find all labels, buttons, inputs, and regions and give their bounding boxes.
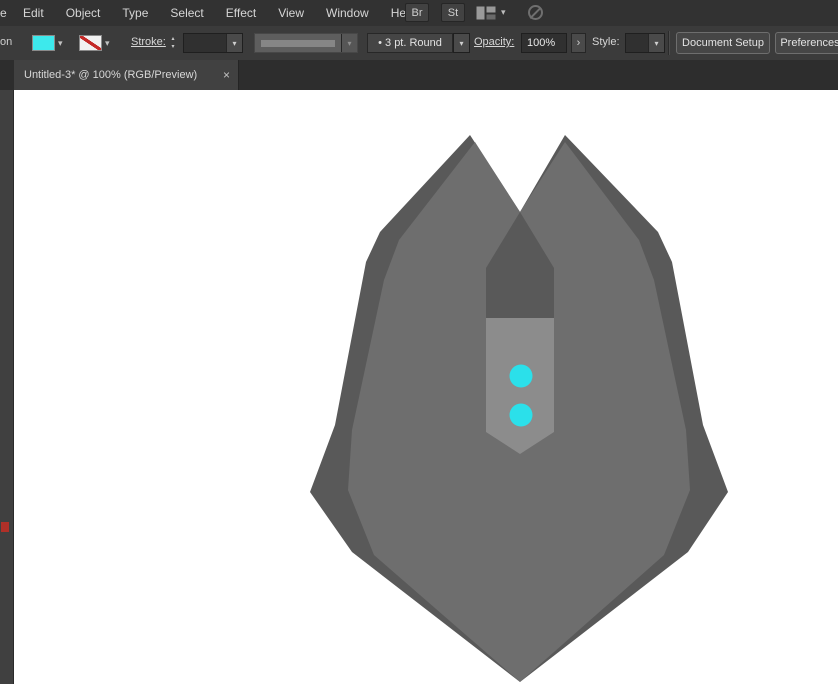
control-label-clipped: on	[0, 36, 13, 48]
menu-item-type[interactable]: Type	[111, 2, 159, 24]
width-profile-chevron-down-icon: ▾	[341, 34, 357, 52]
brush-name: 3 pt. Round	[385, 37, 442, 49]
bridge-button[interactable]: Br	[405, 3, 429, 22]
opacity-label[interactable]: Opacity:	[474, 36, 514, 48]
stock-button[interactable]: St	[441, 3, 465, 22]
brush-definition-dropdown[interactable]: • 3 pt. Round	[367, 33, 453, 53]
mouse-button-bottom[interactable]	[510, 404, 533, 427]
menu-item-effect[interactable]: Effect	[215, 2, 267, 24]
brush-dropdown-button[interactable]: ▾	[453, 33, 470, 53]
menu-bar: e Edit Object Type Select Effect View Wi…	[0, 0, 838, 26]
stroke-weight-label[interactable]: Stroke:	[131, 36, 166, 48]
tools-panel-sliver[interactable]	[0, 90, 14, 684]
stepper-up-icon[interactable]: ▴	[171, 36, 174, 42]
stroke-chevron-down-icon[interactable]: ▾	[105, 38, 110, 49]
sync-disabled-icon	[528, 5, 543, 20]
document-tab-title: Untitled-3* @ 100% (RGB/Preview)	[14, 69, 215, 81]
document-setup-button[interactable]: Document Setup	[676, 32, 770, 54]
menu-item-clipped[interactable]: e	[0, 6, 12, 20]
tool-icon-fragment	[1, 522, 9, 532]
control-bar-separator	[668, 31, 670, 55]
mouse-button-top[interactable]	[510, 365, 533, 388]
opacity-expand-button[interactable]: ›	[571, 33, 586, 53]
brush-dot-icon: •	[378, 37, 382, 49]
stroke-weight-chevron-down-icon[interactable]: ▾	[226, 34, 242, 52]
preferences-button[interactable]: Preferences	[775, 32, 838, 54]
menu-item-select[interactable]: Select	[159, 2, 214, 24]
control-bar: on ▾ ▾ Stroke: ▴ ▾ ▾ ▾ • 3 pt. Round ▾ O…	[0, 26, 838, 61]
fill-color-swatch[interactable]	[32, 35, 55, 51]
brush-definition-value: • 3 pt. Round	[368, 37, 452, 49]
opacity-input[interactable]	[521, 33, 567, 53]
stroke-weight-stepper[interactable]: ▴ ▾	[166, 33, 180, 53]
width-profile-preview	[261, 40, 335, 47]
brush-chevron-down-icon[interactable]: ▾	[454, 34, 469, 52]
style-dropdown[interactable]: ▾	[625, 33, 665, 53]
workspace-layout-icon[interactable]	[476, 6, 496, 20]
chevron-down-icon[interactable]: ▾	[501, 7, 506, 18]
artboard-canvas[interactable]	[14, 90, 838, 684]
menu-item-object[interactable]: Object	[55, 2, 112, 24]
document-tab-bar: Untitled-3* @ 100% (RGB/Preview) ×	[0, 60, 838, 90]
stroke-color-swatch[interactable]	[79, 35, 102, 51]
width-profile-dropdown: ▾	[254, 33, 358, 53]
stroke-weight-dropdown[interactable]: ▾	[183, 33, 243, 53]
style-chevron-down-icon[interactable]: ▾	[648, 34, 664, 52]
document-tab[interactable]: Untitled-3* @ 100% (RGB/Preview) ×	[14, 60, 239, 90]
stepper-down-icon[interactable]: ▾	[171, 44, 174, 50]
close-icon[interactable]: ×	[215, 68, 238, 82]
style-label: Style:	[592, 36, 620, 48]
menu-item-window[interactable]: Window	[315, 2, 380, 24]
menu-item-edit[interactable]: Edit	[12, 2, 55, 24]
menu-item-view[interactable]: View	[267, 2, 315, 24]
mouse-illustration[interactable]	[14, 90, 838, 684]
fill-chevron-down-icon[interactable]: ▾	[58, 38, 63, 49]
